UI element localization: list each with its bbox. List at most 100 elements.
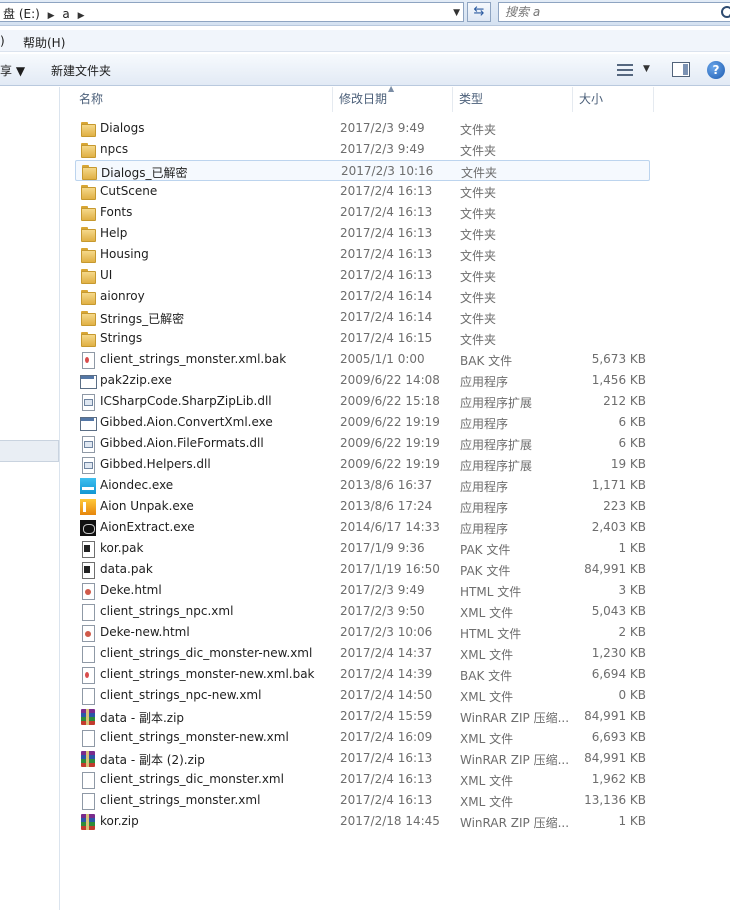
breadcrumb-drive[interactable]: 盘 (E:) [3,7,40,21]
file-name: Deke-new.html [100,625,190,639]
file-row[interactable]: UI 2017/2/4 16:13 文件夹 [75,265,650,286]
file-row[interactable]: Gibbed.Helpers.dll 2009/6/22 19:19 应用程序扩展 1… [75,454,650,475]
breadcrumb: 盘 (E:) ▶ a ▶ [3,5,89,22]
file-date: 2009/6/22 14:08 [340,373,440,387]
breadcrumb-arrow-icon[interactable]: ▶ [48,11,55,21]
file-row[interactable]: Aion Unpak.exe 2013/8/6 17:24 应用程序 223 KB [75,496,650,517]
file-type: 文件夹 [461,166,498,180]
file-date: 2009/6/22 15:18 [340,394,440,408]
file-row[interactable]: Strings 2017/2/4 16:15 文件夹 [75,328,650,349]
file-date: 2013/8/6 17:24 [340,499,433,513]
new-folder-button[interactable]: 新建文件夹 [51,62,111,79]
file-type: 文件夹 [460,207,497,221]
file-row[interactable]: Help 2017/2/4 16:13 文件夹 [75,223,650,244]
file-size: 84,991 KB [584,709,646,723]
file-row[interactable]: Gibbed.Aion.ConvertXml.exe 2009/6/22 19:1… [75,412,650,433]
file-size: 6,694 KB [591,667,646,681]
file-row[interactable]: Fonts 2017/2/4 16:13 文件夹 [75,202,650,223]
file-row[interactable]: client_strings_monster-new.xml.bak 2017/2… [75,664,650,685]
address-dropdown-icon[interactable]: ▼ [453,8,460,18]
file-name: Aion Unpak.exe [100,499,194,513]
file-row[interactable]: Aiondec.exe 2013/8/6 16:37 应用程序 1,171 KB [75,475,650,496]
file-date: 2017/2/4 15:59 [340,709,433,723]
file-row[interactable]: data - 副本 (2).zip 2017/2/4 16:13 WinRAR ZI… [75,748,650,769]
file-date: 2017/2/18 14:45 [340,814,440,828]
file-row[interactable]: pak2zip.exe 2009/6/22 14:08 应用程序 1,456 KB [75,370,650,391]
view-options-icon[interactable] [617,63,633,77]
file-row[interactable]: CutScene 2017/2/4 16:13 文件夹 [75,181,650,202]
file-date: 2014/6/17 14:33 [340,520,440,534]
breadcrumb-folder[interactable]: a [62,7,69,21]
file-row[interactable]: kor.pak 2017/1/9 9:36 PAK 文件 1 KB [75,538,650,559]
refresh-button[interactable]: ⇆ [467,2,491,22]
column-header-size[interactable]: 大小 [574,87,654,112]
breadcrumb-arrow-icon[interactable]: ▶ [78,11,85,21]
file-name: kor.pak [100,541,144,555]
folder-icon [80,226,96,242]
file-date: 2017/2/4 14:39 [340,667,433,681]
column-header-row: 名称 修改日期 类型 大小 [61,87,730,112]
sort-ascending-icon: ▲ [388,84,395,93]
file-type: 应用程序 [460,417,509,431]
file-type: 应用程序 [460,522,509,536]
file-row[interactable]: kor.zip 2017/2/18 14:45 WinRAR ZIP 压缩... 1 … [75,811,650,832]
search-box[interactable] [498,2,730,22]
file-date: 2017/2/4 16:13 [340,205,433,219]
file-name: Help [100,226,128,240]
file-row[interactable]: Gibbed.Aion.FileFormats.dll 2009/6/22 19:… [75,433,650,454]
menu-item-help[interactable]: 帮助(H) [23,34,65,51]
file-date: 2017/2/3 9:49 [340,142,425,156]
file-name: client_strings_npc-new.xml [100,688,262,702]
file-type: 文件夹 [460,123,497,137]
rar-icon [80,751,96,767]
doc-icon [80,793,96,810]
file-row[interactable]: data - 副本.zip 2017/2/4 15:59 WinRAR ZIP 压缩… [75,706,650,727]
search-input[interactable] [505,4,705,20]
file-row[interactable]: npcs 2017/2/3 9:49 文件夹 [75,139,650,160]
file-row[interactable]: client_strings_monster.xml.bak 2005/1/1 0… [75,349,650,370]
file-name: Gibbed.Aion.ConvertXml.exe [100,415,273,429]
file-date: 2017/2/4 14:50 [340,688,433,702]
file-row[interactable]: client_strings_npc.xml 2017/2/3 9:50 XML 文… [75,601,650,622]
column-header-type[interactable]: 类型 [454,87,573,112]
file-row[interactable]: AionExtract.exe 2014/6/17 14:33 应用程序 2,403 … [75,517,650,538]
file-row[interactable]: ICSharpCode.SharpZipLib.dll 2009/6/22 15:… [75,391,650,412]
file-size: 1,962 KB [591,772,646,786]
file-row[interactable]: aionroy 2017/2/4 16:14 文件夹 [75,286,650,307]
doc-icon [80,772,96,789]
nav-selected-item[interactable] [0,440,59,462]
file-date: 2017/1/19 16:50 [340,562,440,576]
menu-item-partial[interactable]: ) [0,34,5,48]
file-name: client_strings_monster-new.xml.bak [100,667,315,681]
preview-pane-icon[interactable] [672,62,690,77]
address-bar[interactable]: 盘 (E:) ▶ a ▶ ▼ [0,2,464,22]
search-icon[interactable] [720,4,730,20]
file-name: aionroy [100,289,145,303]
column-header-name[interactable]: 名称 [74,87,333,112]
file-row[interactable]: client_strings_dic_monster.xml 2017/2/4 1… [75,769,650,790]
file-type: WinRAR ZIP 压缩... [460,753,570,767]
file-name: pak2zip.exe [100,373,172,387]
file-date: 2017/2/3 9:49 [340,121,425,135]
address-bar-area: 盘 (E:) ▶ a ▶ ▼ ⇆ [0,0,730,26]
file-size: 13,136 KB [584,793,646,807]
file-row[interactable]: Strings_已解密 2017/2/4 16:14 文件夹 [75,307,650,328]
file-row[interactable]: client_strings_monster-new.xml 2017/2/4 1… [75,727,650,748]
file-row[interactable]: Deke.html 2017/2/3 9:49 HTML 文件 3 KB [75,580,650,601]
file-row[interactable]: Dialogs 2017/2/3 9:49 文件夹 [75,118,650,139]
file-name: client_strings_dic_monster.xml [100,772,284,786]
file-date: 2009/6/22 19:19 [340,415,440,429]
view-dropdown-icon[interactable]: ▼ [643,64,650,74]
file-row[interactable]: Dialogs_已解密 2017/2/3 10:16 文件夹 [75,160,650,181]
file-row[interactable]: Housing 2017/2/4 16:13 文件夹 [75,244,650,265]
file-row[interactable]: client_strings_monster.xml 2017/2/4 16:13… [75,790,650,811]
file-row[interactable]: client_strings_dic_monster-new.xml 2017/2… [75,643,650,664]
file-row[interactable]: Deke-new.html 2017/2/3 10:06 HTML 文件 2 KB [75,622,650,643]
file-row[interactable]: data.pak 2017/1/19 16:50 PAK 文件 84,991 KB [75,559,650,580]
navigation-pane[interactable] [0,87,60,910]
share-button[interactable]: 享 ▼ [0,62,25,79]
help-icon[interactable]: ? [707,61,725,79]
file-name: Deke.html [100,583,162,597]
file-type: 应用程序 [460,480,509,494]
file-row[interactable]: client_strings_npc-new.xml 2017/2/4 14:50… [75,685,650,706]
